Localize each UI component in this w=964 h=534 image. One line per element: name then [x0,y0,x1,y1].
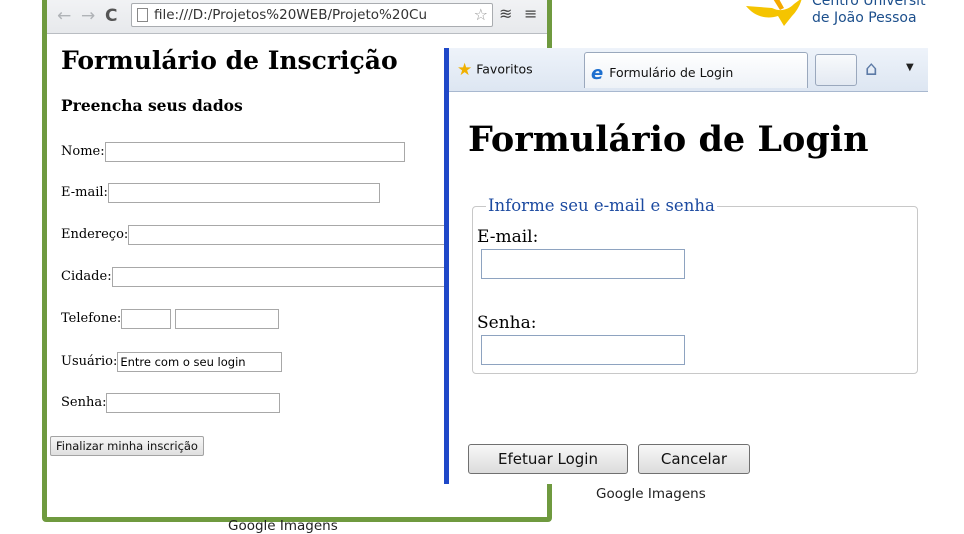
caption-left: Google Imagens [228,518,338,534]
telefone-numero-input[interactable] [175,309,280,329]
caption-right: Google Imagens [596,486,706,502]
email-row: E-mail: [61,183,380,204]
cidade-row: Cidade: [61,267,462,288]
address-text: file:///D:/Projetos%20WEB/Projeto%20Cu [154,7,428,23]
cidade-label: Cidade: [61,269,112,284]
page-icon [137,8,148,22]
favorites-label: Favoritos [476,61,533,77]
email-label: E-mail: [61,185,108,200]
nome-row: Nome: [61,142,405,163]
forward-arrow-icon[interactable]: → [81,6,95,26]
senha-label: Senha: [61,395,107,410]
telefone-label: Telefone: [61,311,122,326]
login-page: Formulário de Login Informe seu e-mail e… [468,92,928,474]
login-email-label: E-mail: [477,227,539,247]
login-title: Formulário de Login [468,119,869,160]
dropdown-arrow-icon[interactable]: ▼ [906,62,914,73]
ie-logo-icon: e [591,63,604,84]
logo-text-line2: de João Pessoa [812,10,917,26]
efetuar-login-button[interactable]: Efetuar Login [468,444,628,474]
address-bar[interactable]: file:///D:/Projetos%20WEB/Projeto%20Cu ☆ [131,3,493,27]
senha-input[interactable] [106,393,281,413]
menu-icon[interactable]: ≡ [524,4,537,23]
home-icon[interactable]: ⌂ [865,56,878,80]
nome-label: Nome: [61,144,105,159]
tab-title: Formulário de Login [609,65,734,80]
endereco-label: Endereço: [61,227,129,242]
usuario-label: Usuário: [61,354,118,369]
telefone-row: Telefone: [61,309,280,330]
senha-row: Senha: [61,393,281,414]
browser-toolbar: ← → C file:///D:/Projetos%20WEB/Projeto%… [47,0,547,34]
unipe-logo-icon [746,0,802,26]
login-senha-input[interactable] [481,335,685,365]
login-senha-label: Senha: [477,313,537,333]
back-arrow-icon[interactable]: ← [57,6,71,26]
ie-browser-window: ★ Favoritos e Formulário de Login ⌂ ▼ Fo… [444,48,928,484]
extension-icon[interactable]: ≋ [499,4,512,23]
login-email-input[interactable] [481,249,685,279]
cancelar-button[interactable]: Cancelar [638,444,750,474]
endereco-row: Endereço: [61,225,469,246]
nome-input[interactable] [104,142,405,162]
ie-tab-bar: ★ Favoritos e Formulário de Login ⌂ ▼ [449,48,928,92]
email-input[interactable] [107,183,380,203]
login-fieldset: Informe seu e-mail e senha E-mail: Senha… [472,197,918,374]
telefone-ddd-input[interactable] [121,309,172,329]
favorites-star-icon: ★ [457,60,473,80]
cidade-input[interactable] [111,267,462,287]
star-icon[interactable]: ☆ [471,4,488,26]
usuario-row: Usuário: Entre com o seu login [61,352,283,373]
institution-logo: Centro Universit de João Pessoa [744,0,964,40]
fieldset-legend: Informe seu e-mail e senha [486,196,717,215]
tab-formulario-login[interactable]: e Formulário de Login [584,52,808,88]
reload-icon[interactable]: C [105,6,117,26]
endereco-input[interactable] [128,225,469,245]
new-tab-button[interactable] [815,54,857,86]
finalizar-inscricao-button[interactable]: Finalizar minha inscrição [50,436,204,456]
favorites-button[interactable]: ★ Favoritos [457,60,533,80]
usuario-input[interactable]: Entre com o seu login [117,352,283,372]
logo-text-line1: Centro Universit [812,0,926,9]
